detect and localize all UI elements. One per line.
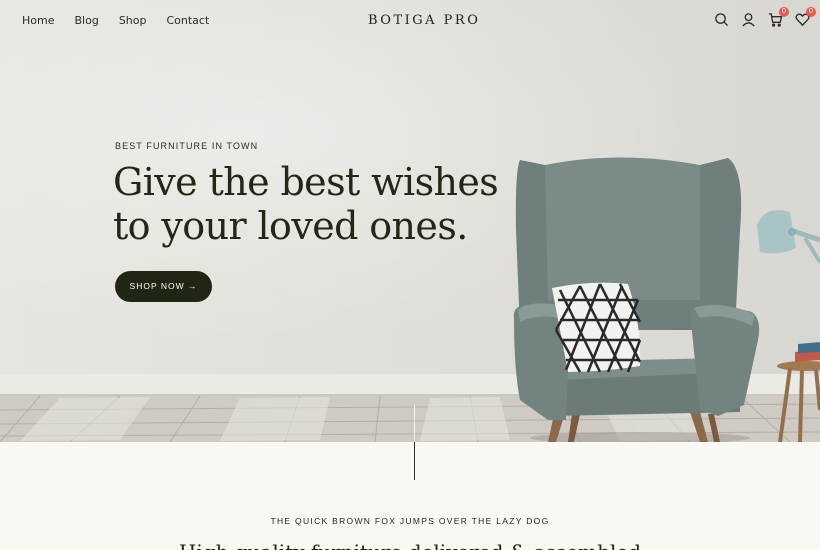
- main-menu: Home Blog Shop Contact: [22, 14, 209, 27]
- heart-icon[interactable]: 0: [795, 7, 816, 27]
- nav-blog-link[interactable]: Blog: [74, 14, 98, 27]
- cart-count-badge: 0: [779, 7, 789, 17]
- user-icon[interactable]: [741, 12, 756, 27]
- side-table: [777, 342, 820, 442]
- desk-lamp: [757, 210, 820, 264]
- armchair: [513, 157, 760, 442]
- cart-icon[interactable]: 0: [768, 7, 789, 27]
- hero-headline: Give the best wishes to your loved ones.: [113, 160, 499, 248]
- section-eyebrow: THE QUICK BROWN FOX JUMPS OVER THE LAZY …: [270, 516, 550, 526]
- shop-now-button[interactable]: SHOP NOW →: [115, 271, 212, 302]
- top-navigation: Home Blog Shop Contact BOTIGA PRO 0 0: [0, 0, 820, 44]
- search-icon[interactable]: [714, 12, 729, 27]
- wishlist-count-badge: 0: [806, 7, 816, 17]
- site-logo[interactable]: BOTIGA PRO: [368, 13, 480, 28]
- nav-home-link[interactable]: Home: [22, 14, 54, 27]
- header-icons: 0 0: [714, 7, 816, 27]
- hero-eyebrow: BEST FURNITURE IN TOWN: [115, 141, 259, 151]
- section-title: High quality furniture delivered & assem…: [0, 540, 820, 550]
- nav-contact-link[interactable]: Contact: [166, 14, 209, 27]
- section-divider-light: [414, 405, 415, 442]
- nav-shop-link[interactable]: Shop: [119, 14, 147, 27]
